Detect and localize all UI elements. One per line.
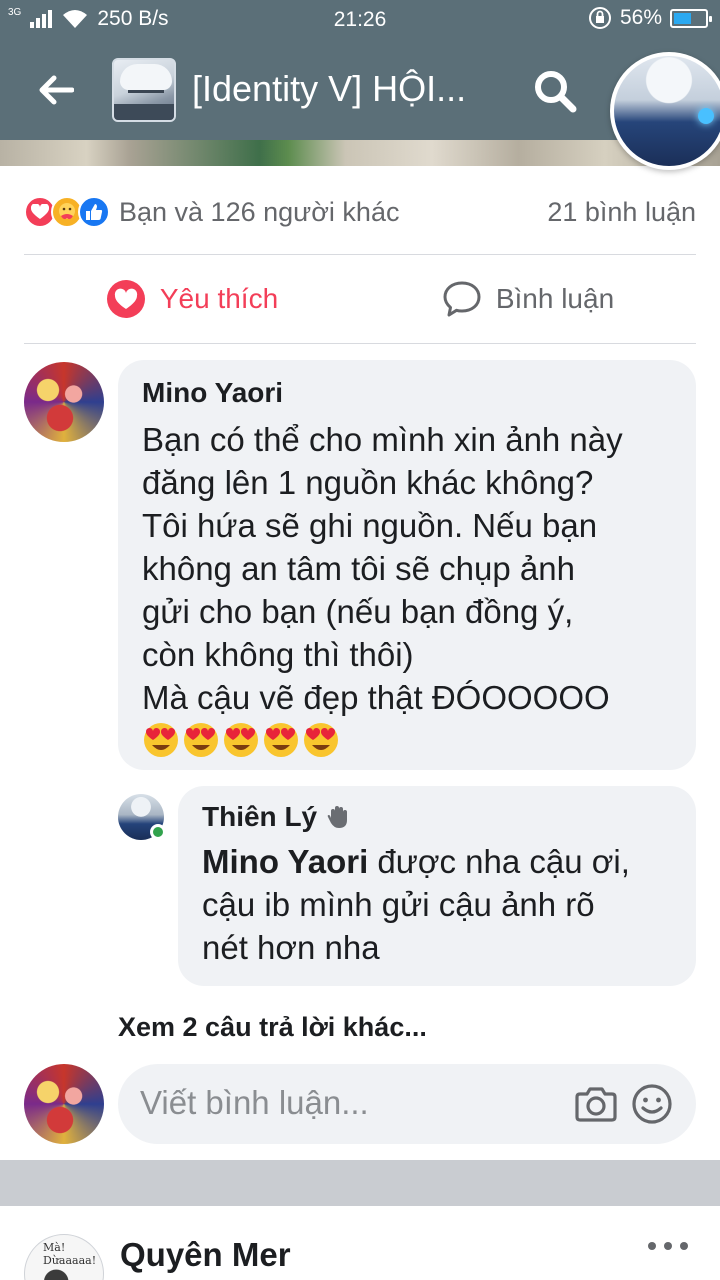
- arrow-left-icon: [39, 75, 74, 105]
- feed-separator: [0, 1160, 720, 1206]
- current-user-avatar: [24, 1064, 104, 1144]
- love-button[interactable]: Yêu thích: [24, 256, 360, 342]
- battery-icon: [670, 8, 712, 28]
- heart-eyes-emoji-icon: [144, 723, 178, 757]
- post-image-strip[interactable]: [0, 140, 720, 166]
- comment-button[interactable]: Bình luận: [360, 256, 696, 342]
- comment-line: không an tâm tôi sẽ chụp ảnh: [142, 550, 575, 587]
- reply-line: cậu ib mình gửi cậu ảnh rõ: [202, 886, 595, 923]
- status-bar: 3G 250 B/s 21:26 56%: [0, 0, 720, 38]
- emoji-picker-button[interactable]: [630, 1082, 674, 1126]
- reaction-summary-text[interactable]: Bạn và 126 người khác: [119, 197, 399, 228]
- next-post-avatar[interactable]: Mà! Dừaaaaa!: [24, 1234, 104, 1280]
- group-title[interactable]: [Identity V] HỘI...: [192, 68, 492, 110]
- divider: [24, 343, 696, 344]
- heart-eyes-emoji-icon: [264, 723, 298, 757]
- heart-eyes-emoji-icon: [184, 723, 218, 757]
- reply-bubble[interactable]: Thiên Lý Mino Yaori được nha cậu ơi, cậu…: [178, 786, 696, 986]
- comment-line: đăng lên 1 nguồn khác không?: [142, 464, 594, 501]
- commenter-avatar[interactable]: [24, 362, 104, 442]
- group-avatar[interactable]: [112, 58, 176, 122]
- back-button[interactable]: [30, 66, 82, 114]
- comment-input[interactable]: Viết bình luận...: [140, 1084, 369, 1122]
- comment-line: Mà cậu vẽ đẹp thật ĐÓOOOOO: [142, 679, 610, 716]
- like-reaction-icon: [78, 196, 110, 228]
- chat-head-avatar[interactable]: [610, 52, 720, 170]
- reply-line: nét hơn nha: [202, 929, 380, 966]
- wave-hand-icon: [327, 806, 348, 828]
- comment-composer[interactable]: Viết bình luận...: [118, 1064, 696, 1144]
- next-post-header: Mà! Dừaaaaa! Quyên Mer: [0, 1206, 720, 1280]
- comment-line: Tôi hứa sẽ ghi nguồn. Nếu bạn: [142, 507, 598, 544]
- search-icon: [535, 71, 577, 113]
- comment-line: còn không thì thôi): [142, 636, 414, 673]
- battery-percent: 56%: [619, 6, 662, 29]
- comment-bubble-icon: [443, 281, 481, 317]
- battery-level: [674, 12, 691, 24]
- divider: [24, 254, 696, 255]
- rotation-lock-icon: [588, 7, 611, 29]
- comment-author[interactable]: Mino Yaori: [142, 376, 672, 410]
- reaction-icons: [24, 196, 110, 228]
- comment-bubble[interactable]: Mino Yaori Bạn có thể cho mình xin ảnh n…: [118, 360, 696, 770]
- reactions-summary-row[interactable]: Bạn và 126 người khác 21 bình luận: [24, 190, 696, 234]
- comment-button-label: Bình luận: [495, 283, 615, 314]
- camera-button[interactable]: [574, 1082, 618, 1126]
- comment-line: gửi cho bạn (nếu bạn đồng ý,: [142, 593, 574, 630]
- reply-line: được nha cậu ơi,: [368, 843, 630, 880]
- view-more-replies-link[interactable]: Xem 2 câu trả lời khác...: [118, 1012, 427, 1043]
- comment-count[interactable]: 21 bình luận: [547, 197, 696, 228]
- emoji-row: [142, 721, 672, 759]
- reply-author-name[interactable]: Thiên Lý: [202, 800, 317, 834]
- more-options-icon[interactable]: [648, 1236, 688, 1256]
- heart-eyes-emoji-icon: [224, 723, 258, 757]
- comment-text: Bạn có thể cho mình xin ảnh này đăng lên…: [142, 418, 672, 719]
- next-post-author[interactable]: Quyên Mer: [120, 1236, 291, 1274]
- avatar-caption: Mà! Dừaaaaa!: [43, 1241, 97, 1267]
- camera-icon: [575, 1087, 617, 1122]
- love-button-label: Yêu thích: [159, 283, 279, 314]
- online-status-dot: [150, 824, 166, 840]
- mention-link[interactable]: Mino Yaori: [202, 843, 368, 880]
- reply-author: Thiên Lý: [202, 800, 672, 834]
- smiley-icon: [632, 1084, 672, 1124]
- reply-text: Mino Yaori được nha cậu ơi, cậu ib mình …: [202, 840, 672, 969]
- comment-line: Bạn có thể cho mình xin ảnh này: [142, 421, 623, 458]
- heart-icon: [106, 280, 145, 318]
- search-button[interactable]: [530, 66, 580, 116]
- heart-eyes-emoji-icon: [304, 723, 338, 757]
- post-action-bar: Yêu thích Bình luận: [24, 256, 696, 342]
